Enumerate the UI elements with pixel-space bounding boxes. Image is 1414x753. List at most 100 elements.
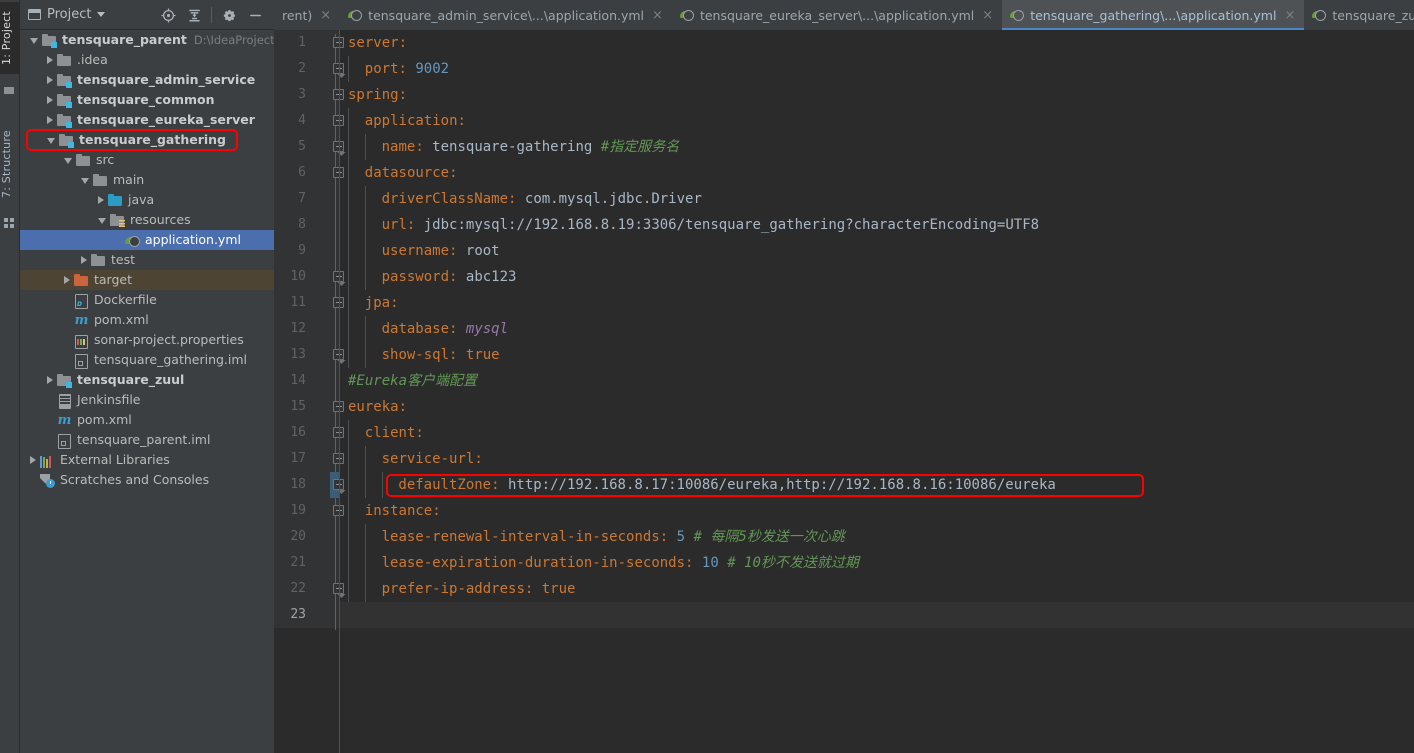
indent-guide	[348, 446, 349, 472]
tree-item-pom-xml[interactable]: m pom.xml	[20, 310, 274, 330]
tree-item-tensquare-parent-iml[interactable]: tensquare_parent.iml	[20, 430, 274, 450]
code-line[interactable]: database: mysql	[340, 316, 1414, 342]
editor-tab-0[interactable]: rent) ×	[274, 0, 340, 30]
tree-no-arrow	[64, 296, 70, 304]
tool-stripe-tab-structure[interactable]: 7: Structure	[0, 118, 20, 210]
module-icon	[57, 73, 72, 88]
code-line[interactable]: eureka:	[340, 394, 1414, 420]
editor-tab-3[interactable]: tensquare_gathering\...\application.yml ×	[1002, 0, 1305, 30]
tree-item-tensquare-eureka-server[interactable]: tensquare_eureka_server	[20, 110, 274, 130]
code-line[interactable]: defaultZone: http://192.168.8.17:10086/e…	[340, 472, 1414, 498]
close-icon[interactable]: ×	[980, 9, 995, 22]
chevron-right-icon[interactable]	[47, 116, 53, 124]
tree-item-external-libraries[interactable]: External Libraries	[20, 450, 274, 470]
editor-tab-2[interactable]: tensquare_eureka_server\...\application.…	[672, 0, 1002, 30]
tree-item--idea[interactable]: .idea	[20, 50, 274, 70]
tree-item-tensquare-gathering-iml[interactable]: tensquare_gathering.iml	[20, 350, 274, 370]
code-line[interactable]: url: jdbc:mysql://192.168.8.19:3306/tens…	[340, 212, 1414, 238]
code-token-v: abc123	[465, 269, 517, 285]
tree-item-tensquare-common[interactable]: tensquare_common	[20, 90, 274, 110]
code-line[interactable]: driverClassName: com.mysql.jdbc.Driver	[340, 186, 1414, 212]
tree-item-sonar-project-properties[interactable]: sonar-project.properties	[20, 330, 274, 350]
line-number: 5	[298, 139, 306, 154]
code-line[interactable]: password: abc123	[340, 264, 1414, 290]
close-icon[interactable]: ×	[1282, 9, 1297, 22]
chevron-right-icon[interactable]	[30, 456, 36, 464]
indent-guide	[348, 576, 349, 602]
chevron-right-icon[interactable]	[47, 56, 53, 64]
code-line[interactable]: instance:	[340, 498, 1414, 524]
editor-tab-label: tensquare_gathering\...\application.yml	[1030, 7, 1277, 23]
chevron-down-icon[interactable]	[98, 218, 106, 224]
chevron-down-icon[interactable]	[97, 12, 106, 17]
close-icon[interactable]: ×	[650, 9, 665, 22]
code-line[interactable]: #Eureka客户端配置	[340, 368, 1414, 394]
chevron-down-icon[interactable]	[64, 158, 72, 164]
locate-target-icon[interactable]	[155, 2, 181, 28]
tree-item-tensquare-zuul[interactable]: tensquare_zuul	[20, 370, 274, 390]
code-line[interactable]: client:	[340, 420, 1414, 446]
close-icon[interactable]: ×	[318, 9, 333, 22]
chevron-down-icon[interactable]	[47, 138, 55, 144]
yml-file-icon	[1312, 8, 1327, 22]
code-line[interactable]: spring:	[340, 82, 1414, 108]
editor-gutter[interactable]: 1 2 3 4 5 6 7 8 9 10 11 12 13 14 15 16 17 18 19 20 21 22 23	[274, 30, 344, 753]
code-token-v: com.mysql.jdbc.Driver	[524, 191, 702, 207]
tree-item-scratches-and-consoles[interactable]: Scratches and Consoles	[20, 470, 274, 490]
chevron-right-icon[interactable]	[81, 256, 87, 264]
tree-item-resources[interactable]: resources	[20, 210, 274, 230]
maven-icon: m	[57, 412, 72, 428]
tree-item-tensquare-gathering[interactable]: tensquare_gathering	[20, 130, 274, 150]
chevron-right-icon[interactable]	[64, 276, 70, 284]
tree-item-pom-xml[interactable]: m pom.xml	[20, 410, 274, 430]
chevron-down-icon[interactable]	[30, 38, 38, 44]
code-line[interactable]: port: 9002	[340, 56, 1414, 82]
tree-item-test[interactable]: test	[20, 250, 274, 270]
project-tree[interactable]: tensquare_parent D:\IdeaProjects\ter .idea…	[20, 30, 274, 753]
module-icon	[59, 133, 74, 148]
chevron-right-icon[interactable]	[47, 376, 53, 384]
code-line[interactable]: datasource:	[340, 160, 1414, 186]
code-line[interactable]	[340, 602, 1414, 628]
tree-item-application-yml[interactable]: application.yml	[20, 230, 274, 250]
editor-tab-4[interactable]: tensquare_zuul\...\application.yml×	[1304, 0, 1414, 30]
code-line[interactable]: service-url:	[340, 446, 1414, 472]
code-token-k: true	[541, 581, 576, 597]
tree-item-target[interactable]: target	[20, 270, 274, 290]
project-panel-title-group[interactable]: Project	[20, 7, 106, 22]
collapse-all-icon[interactable]	[181, 2, 207, 28]
code-line[interactable]: lease-renewal-interval-in-seconds: 5 # 每…	[340, 524, 1414, 550]
gear-icon[interactable]	[216, 2, 242, 28]
line-number: 19	[290, 503, 306, 518]
code-line[interactable]: username: root	[340, 238, 1414, 264]
code-line-text: service-url:	[348, 446, 483, 472]
editor-tab-1[interactable]: tensquare_admin_service\...\application.…	[340, 0, 672, 30]
code-line[interactable]: server:	[340, 30, 1414, 56]
tree-item-jenkinsfile[interactable]: Jenkinsfile	[20, 390, 274, 410]
code-line[interactable]: jpa:	[340, 290, 1414, 316]
tree-item-tensquare-parent[interactable]: tensquare_parent D:\IdeaProjects\ter	[20, 30, 274, 50]
tree-item-dockerfile[interactable]: D Dockerfile	[20, 290, 274, 310]
tree-item-tensquare-admin-service[interactable]: tensquare_admin_service	[20, 70, 274, 90]
tree-item-java[interactable]: java	[20, 190, 274, 210]
code-line[interactable]: lease-expiration-duration-in-seconds: 10…	[340, 550, 1414, 576]
tool-stripe-tab-project[interactable]: 1: Project	[0, 2, 20, 74]
line-number: 6	[298, 165, 306, 180]
line-number: 12	[290, 321, 306, 336]
code-line-text: instance:	[348, 498, 441, 524]
tree-item-src[interactable]: src	[20, 150, 274, 170]
folder-icon	[76, 153, 91, 168]
editor-tab-bar[interactable]: rent) × tensquare_admin_service\...\applic…	[274, 0, 1414, 30]
chevron-down-icon[interactable]	[81, 178, 89, 184]
code-line[interactable]: application:	[340, 108, 1414, 134]
code-line[interactable]: name: tensquare-gathering #指定服务名	[340, 134, 1414, 160]
chevron-right-icon[interactable]	[98, 196, 104, 204]
tree-item-main[interactable]: main	[20, 170, 274, 190]
chevron-right-icon[interactable]	[47, 76, 53, 84]
minimize-icon[interactable]	[242, 2, 268, 28]
code-line[interactable]: prefer-ip-address: true	[340, 576, 1414, 602]
code-line[interactable]: show-sql: true	[340, 342, 1414, 368]
tool-stripe-tab-structure-label: 7: Structure	[0, 130, 13, 198]
chevron-right-icon[interactable]	[47, 96, 53, 104]
code-editor[interactable]: 1 2 3 4 5 6 7 8 9 10 11 12 13 14 15 16 17 18 19 20 21 22 23 se…	[274, 30, 1414, 753]
